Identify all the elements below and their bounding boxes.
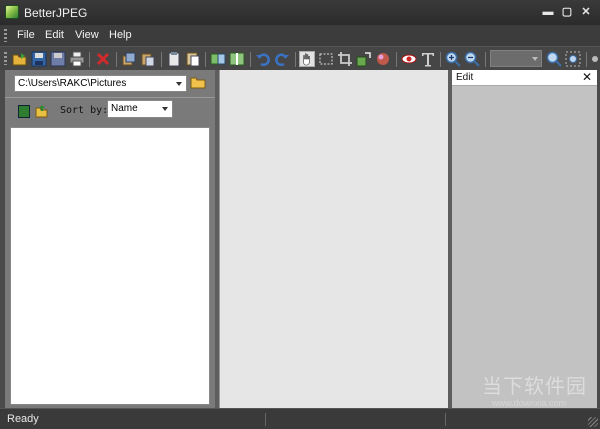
- compare-icon[interactable]: [210, 51, 226, 67]
- menu-edit[interactable]: Edit: [45, 29, 64, 41]
- zoom-actual-icon[interactable]: [565, 51, 581, 67]
- toolbar-separator: [485, 52, 486, 67]
- crop-icon[interactable]: [337, 51, 353, 67]
- zoom-combobox[interactable]: [490, 50, 542, 67]
- color-icon[interactable]: [375, 51, 391, 67]
- folder-path-combobox[interactable]: C:\Users\RAKC\Pictures: [14, 75, 187, 92]
- toolbar-separator: [295, 52, 296, 67]
- menu-help[interactable]: Help: [109, 29, 132, 41]
- delete-icon[interactable]: [95, 51, 111, 67]
- menu-grip-icon: [4, 29, 7, 42]
- toolbar-separator: [440, 52, 441, 67]
- status-bar: Ready: [0, 408, 600, 429]
- toolbar-separator: [116, 52, 117, 67]
- minimize-button[interactable]: ▬: [540, 4, 556, 20]
- resize-icon[interactable]: [356, 51, 372, 67]
- up-folder-icon[interactable]: [35, 104, 48, 118]
- resize-grip-icon[interactable]: [588, 417, 598, 427]
- watermark-url: www.downxia.com: [492, 398, 567, 408]
- zoom-in-icon[interactable]: [445, 51, 461, 67]
- sort-by-value: Name: [111, 103, 138, 114]
- folder-path-value: C:\Users\RAKC\Pictures: [18, 78, 127, 89]
- status-divider: [265, 413, 266, 426]
- open-icon[interactable]: [12, 51, 28, 67]
- app-logo-icon: [5, 5, 19, 19]
- menu-bar: File Edit View Help: [0, 25, 600, 46]
- browse-folder-icon[interactable]: [190, 75, 206, 89]
- clipboard-icon[interactable]: [166, 51, 182, 67]
- red-eye-icon[interactable]: [401, 51, 417, 67]
- menu-view[interactable]: View: [75, 29, 99, 41]
- image-canvas[interactable]: [219, 70, 448, 408]
- print-icon[interactable]: [69, 51, 85, 67]
- app-window: BetterJPEG ▬ ▢ ✕ File Edit View Help C:\…: [0, 0, 600, 429]
- split-icon[interactable]: [229, 51, 245, 67]
- toolbar-separator: [396, 52, 397, 67]
- file-list[interactable]: [10, 127, 210, 405]
- save-icon[interactable]: [31, 51, 47, 67]
- zoom-fit-icon[interactable]: [546, 51, 562, 67]
- maximize-button[interactable]: ▢: [559, 4, 575, 20]
- chevron-down-icon: [532, 57, 538, 61]
- close-button[interactable]: ✕: [578, 4, 594, 20]
- toolbar-separator: [205, 52, 206, 67]
- status-text: Ready: [7, 413, 39, 425]
- watermark: 当下软件园 www.downxia.com: [452, 70, 597, 408]
- toolbar-separator: [89, 52, 90, 67]
- panel-divider: [5, 97, 215, 98]
- chevron-down-icon: [162, 107, 168, 111]
- toolbar-overflow-icon[interactable]: [590, 51, 600, 67]
- select-icon[interactable]: [318, 51, 334, 67]
- hand-icon[interactable]: [299, 51, 315, 67]
- toolbar-grip-icon: [4, 52, 7, 65]
- edit-panel: Edit ✕ 当下软件园 www.downxia.com: [452, 70, 597, 408]
- save-as-icon[interactable]: [50, 51, 66, 67]
- toolbar-separator: [250, 52, 251, 67]
- zoom-out-icon[interactable]: [464, 51, 480, 67]
- folder-browser-panel: C:\Users\RAKC\Pictures Sort by: Name: [5, 70, 215, 408]
- paste-special-icon[interactable]: [185, 51, 201, 67]
- chevron-down-icon: [176, 82, 182, 86]
- toolbar: [0, 46, 600, 70]
- toolbar-separator: [161, 52, 162, 67]
- watermark-text: 当下软件园: [482, 376, 587, 398]
- refresh-icon[interactable]: [18, 105, 30, 118]
- sort-by-select[interactable]: Name: [107, 100, 173, 118]
- toolbar-separator: [586, 52, 587, 67]
- sort-by-label: Sort by:: [60, 105, 109, 116]
- title-bar: BetterJPEG ▬ ▢ ✕: [0, 0, 600, 25]
- redo-icon[interactable]: [274, 51, 290, 67]
- status-divider: [445, 413, 446, 426]
- text-icon[interactable]: [420, 51, 436, 67]
- menu-file[interactable]: File: [17, 29, 35, 41]
- paste-icon[interactable]: [140, 51, 156, 67]
- window-title: BetterJPEG: [24, 6, 88, 20]
- copy-icon[interactable]: [121, 51, 137, 67]
- undo-icon[interactable]: [255, 51, 271, 67]
